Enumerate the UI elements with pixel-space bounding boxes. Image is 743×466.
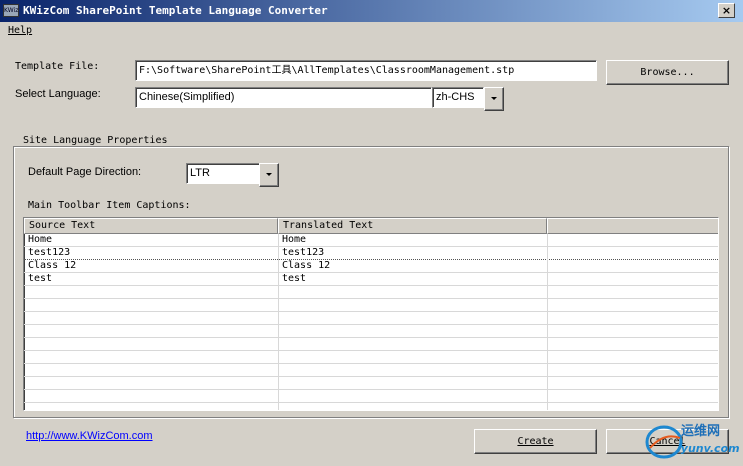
column-blank — [547, 218, 718, 234]
source-text-cell[interactable] — [24, 325, 278, 338]
translated-text-cell[interactable] — [278, 390, 547, 403]
site-language-properties-legend: Site Language Properties — [20, 135, 171, 146]
source-text-cell[interactable]: test123 — [24, 247, 278, 260]
translated-text-cell[interactable]: test — [278, 273, 547, 286]
grid-divider — [278, 234, 279, 410]
menu-help[interactable]: Help — [8, 25, 32, 36]
title-bar[interactable]: KWiz KWizCom SharePoint Template Languag… — [0, 0, 743, 22]
table-row[interactable] — [24, 325, 718, 338]
source-text-cell[interactable] — [24, 390, 278, 403]
table-row[interactable]: test test — [24, 273, 718, 286]
default-page-direction-label: Default Page Direction: — [28, 166, 142, 178]
source-text-cell[interactable] — [24, 364, 278, 377]
kwizcom-link[interactable]: http://www.KWizCom.com — [26, 430, 153, 442]
translated-text-cell[interactable] — [278, 312, 547, 325]
translated-text-cell[interactable] — [278, 286, 547, 299]
menu-bar: Help — [0, 22, 743, 40]
translated-text-cell[interactable] — [278, 351, 547, 364]
source-text-cell[interactable]: Home — [24, 234, 278, 247]
table-row[interactable]: Class 12 Class 12 — [24, 260, 718, 273]
table-row[interactable] — [24, 338, 718, 351]
source-text-cell[interactable] — [24, 312, 278, 325]
table-row[interactable]: Home Home — [24, 234, 718, 247]
grid-header: Source Text Translated Text — [24, 218, 718, 234]
watermark-logo: 运维网 iyunv.com — [640, 416, 743, 463]
translated-text-cell[interactable] — [278, 338, 547, 351]
translated-text-cell[interactable] — [278, 299, 547, 312]
toolbar-captions-label: Main Toolbar Item Captions: — [28, 200, 191, 211]
page-direction-field[interactable]: LTR — [186, 163, 260, 184]
watermark-line2: iyunv.com — [677, 442, 740, 455]
template-file-input[interactable]: F:\Software\SharePoint工具\AllTemplates\Cl… — [135, 60, 597, 81]
source-text-cell[interactable]: Class 12 — [24, 260, 278, 273]
close-button[interactable]: × — [718, 3, 735, 18]
watermark-line1: 运维网 — [681, 424, 721, 439]
language-name-field[interactable]: Chinese(Simplified) — [135, 87, 432, 108]
source-text-cell[interactable] — [24, 286, 278, 299]
translated-text-cell[interactable]: Home — [278, 234, 547, 247]
table-row[interactable]: test123 test123 — [24, 247, 718, 260]
source-text-cell[interactable]: test — [24, 273, 278, 286]
app-icon: KWiz — [3, 4, 19, 17]
select-language-label: Select Language: — [15, 88, 101, 100]
template-file-label: Template File: — [15, 61, 100, 72]
browse-button[interactable]: Browse... — [606, 60, 729, 85]
translated-text-cell[interactable] — [278, 377, 547, 390]
column-translated-text[interactable]: Translated Text — [278, 218, 547, 234]
create-label: Create — [517, 436, 554, 447]
language-dropdown-arrow-icon[interactable] — [484, 87, 504, 111]
table-row[interactable] — [24, 286, 718, 299]
source-text-cell[interactable] — [24, 403, 278, 410]
grid-divider — [547, 234, 548, 410]
translated-text-cell[interactable] — [278, 364, 547, 377]
table-row[interactable] — [24, 403, 718, 410]
source-text-cell[interactable] — [24, 351, 278, 364]
translated-text-cell[interactable]: Class 12 — [278, 260, 547, 273]
table-row[interactable] — [24, 351, 718, 364]
captions-grid[interactable]: Source Text Translated Text Home Home test… — [23, 217, 719, 411]
source-text-cell[interactable] — [24, 338, 278, 351]
table-row[interactable] — [24, 312, 718, 325]
translated-text-cell[interactable] — [278, 403, 547, 410]
create-button[interactable]: Create — [474, 429, 597, 454]
language-code-field[interactable]: zh-CHS — [432, 87, 484, 108]
window-title: KWizCom SharePoint Template Language Con… — [23, 4, 328, 17]
table-row[interactable] — [24, 364, 718, 377]
column-source-text[interactable]: Source Text — [24, 218, 278, 234]
table-row[interactable] — [24, 299, 718, 312]
translated-text-cell[interactable]: test123 — [278, 247, 547, 260]
page-direction-dropdown-arrow-icon[interactable] — [259, 163, 279, 187]
table-row[interactable] — [24, 390, 718, 403]
table-row[interactable] — [24, 377, 718, 390]
translated-text-cell[interactable] — [278, 325, 547, 338]
source-text-cell[interactable] — [24, 377, 278, 390]
source-text-cell[interactable] — [24, 299, 278, 312]
